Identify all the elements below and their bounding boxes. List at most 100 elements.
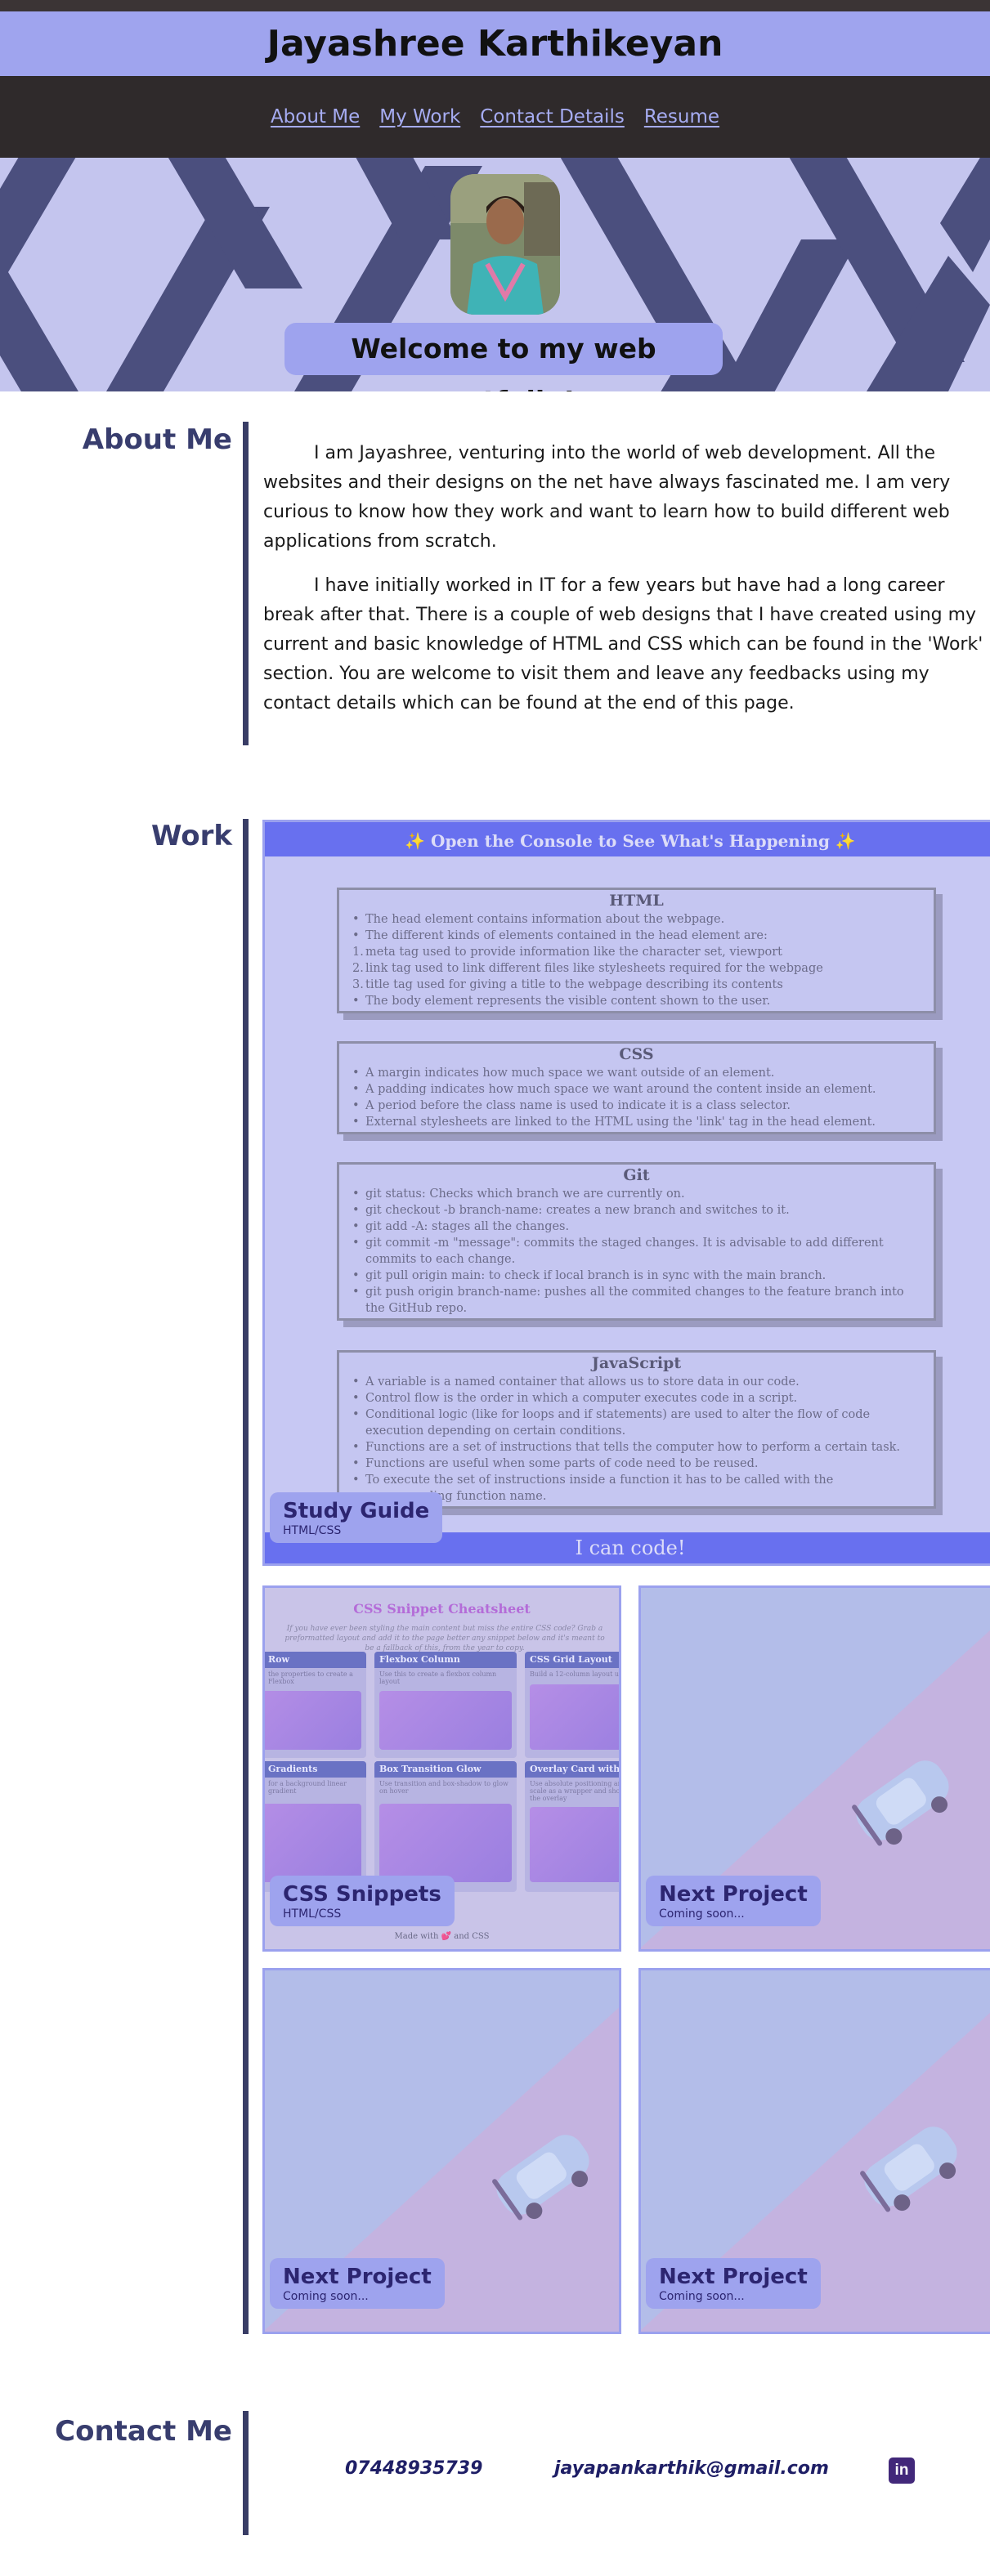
phone-number[interactable]: 07448935739: [345, 2458, 482, 2479]
box-heading: HTML: [609, 892, 664, 910]
about-section-title: About Me: [82, 423, 232, 456]
linkedin-icon[interactable]: in: [889, 2457, 915, 2484]
list-item: git commit -m "message": commits the sta…: [351, 1235, 922, 1268]
list-item: A padding indicates how much space we wa…: [351, 1081, 922, 1098]
list-item: A variable is a named container that all…: [351, 1374, 922, 1390]
study-guide-card[interactable]: ✨ Open the Console to See What's Happeni…: [262, 820, 990, 1566]
site-header: Jayashree Karthikeyan: [0, 11, 990, 76]
work-divider: [243, 819, 249, 2334]
panel-desc: the properties to create a Flexbox: [268, 1670, 353, 1685]
about-paragraph: I have initially worked in IT for a few …: [263, 575, 983, 713]
list-item: A period before the class name is used t…: [351, 1098, 922, 1114]
project-title: Next Project: [659, 1882, 808, 1907]
list-item: title tag used for giving a title to the…: [351, 977, 922, 993]
project-title: Next Project: [659, 2265, 808, 2289]
html-box: HTML The head element contains informati…: [337, 888, 936, 1013]
about-text: I am Jayashree, venturing into the world…: [263, 439, 990, 733]
nav-my-work[interactable]: My Work: [379, 106, 460, 127]
box-list: The head element contains information ab…: [351, 911, 922, 1009]
project-title: Next Project: [283, 2265, 432, 2289]
project-subtitle: HTML/CSS: [283, 1907, 342, 1921]
snippet-panel: Row the properties to create a Flexbox: [265, 1652, 366, 1758]
project-tag[interactable]: CSS Snippets HTML/CSS: [270, 1876, 455, 1926]
code-block: [379, 1691, 512, 1750]
nav-about-me[interactable]: About Me: [271, 106, 360, 127]
javascript-box: JavaScript A variable is a named contain…: [337, 1350, 936, 1509]
next-project-card[interactable]: Next Project Coming soon...: [638, 1585, 990, 1952]
list-item: The different kinds of elements containe…: [351, 928, 922, 944]
box-list: git status: Checks which branch we are c…: [351, 1186, 922, 1317]
panel-title: Row: [265, 1652, 366, 1668]
project-title: Study Guide: [283, 1499, 430, 1523]
panel-title: CSS Grid Layout: [525, 1652, 619, 1668]
project-tag[interactable]: Next Project Coming soon...: [646, 2258, 821, 2309]
panel-title: Overlay Card with: [525, 1761, 619, 1778]
top-strip: [0, 0, 990, 11]
preview-title: CSS Snippet Cheatsheet: [353, 1601, 531, 1617]
css-box: CSS A margin indicates how much space we…: [337, 1041, 936, 1134]
welcome-banner: Welcome to my web portfolio!: [284, 323, 723, 391]
study-guide-header: ✨ Open the Console to See What's Happeni…: [265, 822, 990, 856]
css-snippets-card[interactable]: CSS Snippet Cheatsheet If you have ever …: [262, 1585, 621, 1952]
git-box: Git git status: Checks which branch we a…: [337, 1162, 936, 1321]
list-item: git push origin branch-name: pushes all …: [351, 1284, 922, 1317]
list-item: meta tag used to provide information lik…: [351, 944, 922, 960]
panel-desc: for a background linear gradient: [268, 1780, 347, 1795]
preview-footer: Made with 💕 and CSS: [394, 1932, 490, 1941]
panel-desc: Build a 12-column layout using: [530, 1670, 620, 1678]
list-item: External stylesheets are linked to the H…: [351, 1114, 922, 1130]
box-heading: JavaScript: [591, 1354, 682, 1372]
snippet-panel: CSS Grid Layout Build a 12-column layout…: [525, 1652, 620, 1758]
list-item: The head element contains information ab…: [351, 911, 922, 928]
list-item: git add -A: stages all the changes.: [351, 1219, 922, 1235]
about-paragraph: I am Jayashree, venturing into the world…: [263, 443, 951, 552]
nav-contact-details[interactable]: Contact Details: [480, 106, 625, 127]
project-tag[interactable]: Next Project Coming soon...: [270, 2258, 445, 2309]
box-heading: CSS: [619, 1045, 654, 1063]
panel-title: Gradients: [265, 1761, 366, 1778]
list-item: Functions are useful when some parts of …: [351, 1456, 922, 1472]
panel-desc: Use transition and box-shadow to glow on…: [379, 1780, 508, 1795]
about-divider: [243, 422, 249, 745]
next-project-card[interactable]: Next Project Coming soon...: [638, 1968, 990, 2334]
site-title: Jayashree Karthikeyan: [267, 23, 723, 65]
panel-desc: Use absolute positioning and scale as a …: [530, 1780, 621, 1802]
panel-title: Box Transition Glow: [374, 1761, 517, 1778]
list-item: git status: Checks which branch we are c…: [351, 1186, 922, 1202]
snippet-panel: Overlay Card with Use absolute positioni…: [525, 1761, 621, 1892]
main-nav: About Me My Work Contact Details Resume: [0, 76, 990, 158]
project-tag[interactable]: Study Guide HTML/CSS: [270, 1492, 443, 1543]
code-block: [530, 1684, 619, 1750]
nav-resume[interactable]: Resume: [644, 106, 719, 127]
project-subtitle: HTML/CSS: [283, 1524, 342, 1537]
box-list: A margin indicates how much space we wan…: [351, 1065, 922, 1130]
project-title: CSS Snippets: [283, 1882, 441, 1907]
project-subtitle: Coming soon...: [659, 2290, 745, 2303]
project-tag[interactable]: Next Project Coming soon...: [646, 1876, 821, 1926]
list-item: Control flow is the order in which a com…: [351, 1390, 922, 1407]
snippet-panel: Box Transition Glow Use transition and b…: [374, 1761, 517, 1892]
list-item: Conditional logic (like for loops and if…: [351, 1407, 922, 1439]
code-block: [379, 1804, 512, 1882]
snippet-panel: Flexbox Column Use this to create a flex…: [374, 1652, 517, 1758]
list-item: git checkout -b branch-name: creates a n…: [351, 1202, 922, 1219]
code-block: [265, 1804, 361, 1882]
list-item: The body element represents the visible …: [351, 993, 922, 1009]
email-address[interactable]: jayapankarthik@gmail.com: [554, 2458, 829, 2479]
contact-section-title: Contact Me: [55, 2415, 232, 2448]
contact-divider: [243, 2411, 249, 2535]
project-subtitle: Coming soon...: [283, 2290, 369, 2303]
panel-title: Flexbox Column: [374, 1652, 517, 1668]
list-item: A margin indicates how much space we wan…: [351, 1065, 922, 1081]
code-block: [530, 1807, 619, 1882]
box-heading: Git: [623, 1166, 650, 1184]
preview-subtitle: If you have ever been styling the main c…: [284, 1625, 605, 1652]
box-list: A variable is a named container that all…: [351, 1374, 922, 1505]
project-subtitle: Coming soon...: [659, 1907, 745, 1921]
list-item: Functions are a set of instructions that…: [351, 1439, 922, 1456]
profile-photo-icon: [450, 174, 560, 315]
next-project-card[interactable]: Next Project Coming soon...: [262, 1968, 621, 2334]
work-section-title: Work: [150, 820, 232, 852]
hero-banner: Welcome to my web portfolio!: [0, 158, 990, 391]
list-item: link tag used to link different files li…: [351, 960, 922, 977]
